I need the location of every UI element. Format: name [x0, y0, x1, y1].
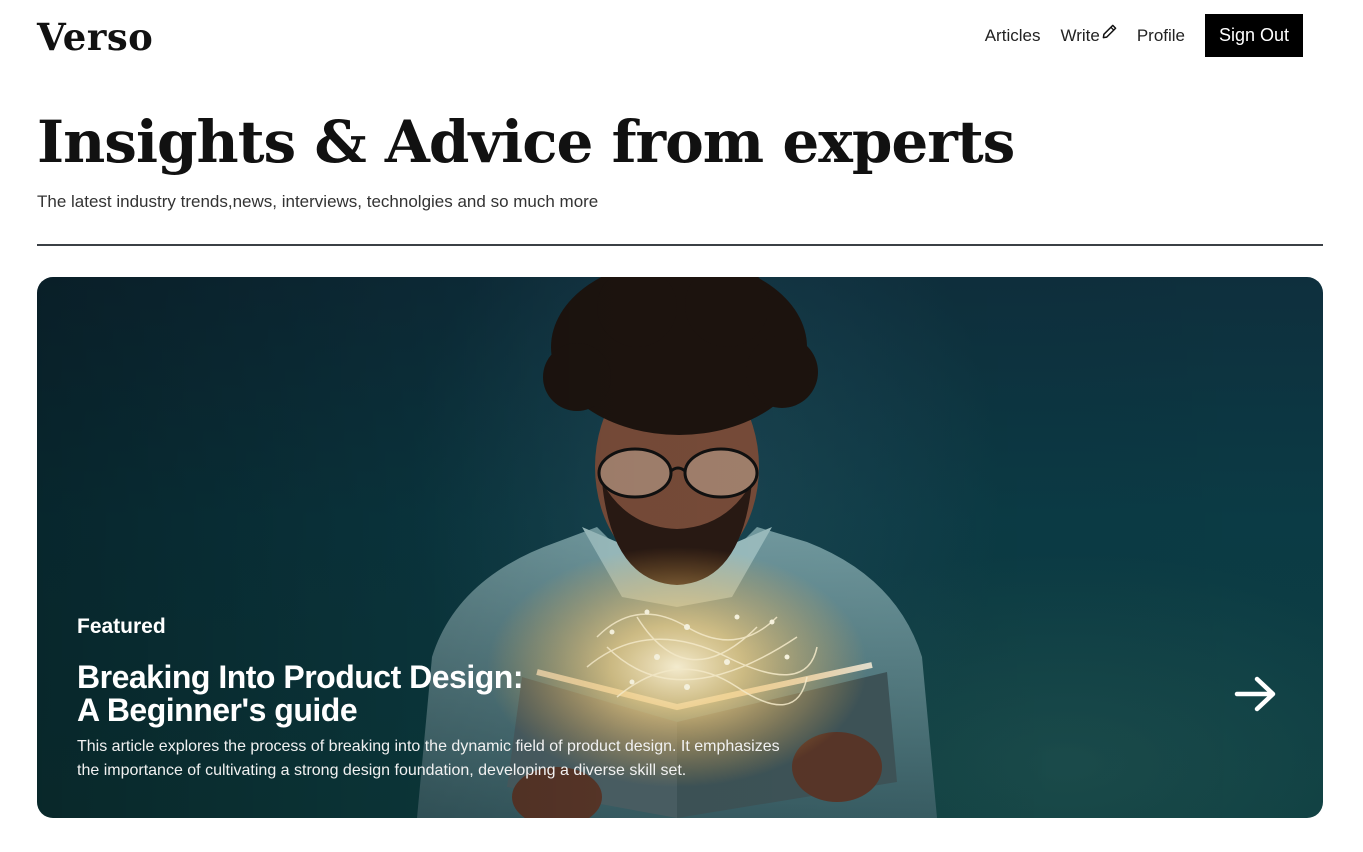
featured-article-description: This article explores the process of bre… — [77, 738, 780, 779]
featured-article-card[interactable]: Featured Breaking Into Product Design: A… — [37, 277, 1323, 818]
logo[interactable]: Verso — [37, 15, 153, 59]
top-nav: Verso Articles Write Profile Sign Out — [37, 12, 1303, 59]
nav-profile-link[interactable]: Profile — [1137, 26, 1185, 46]
nav-write-link[interactable]: Write — [1060, 24, 1117, 46]
pencil-icon — [1102, 24, 1117, 39]
nav-links: Articles Write Profile Sign Out — [985, 14, 1303, 57]
featured-tag: Featured — [77, 615, 166, 638]
page-subtitle: The latest industry trends,news, intervi… — [37, 192, 599, 211]
featured-article-title[interactable]: Breaking Into Product Design: A Beginner… — [77, 661, 597, 727]
nav-write-label: Write — [1060, 25, 1100, 45]
nav-articles-link[interactable]: Articles — [985, 26, 1041, 46]
divider — [37, 244, 1323, 246]
page-title: Insights & Advice from experts — [37, 108, 1015, 176]
featured-title-line-2: A Beginner's guide — [77, 692, 358, 728]
sign-out-button[interactable]: Sign Out — [1205, 14, 1303, 57]
arrow-right-icon[interactable] — [1233, 672, 1281, 716]
featured-title-line-1: Breaking Into Product Design: — [77, 659, 523, 695]
